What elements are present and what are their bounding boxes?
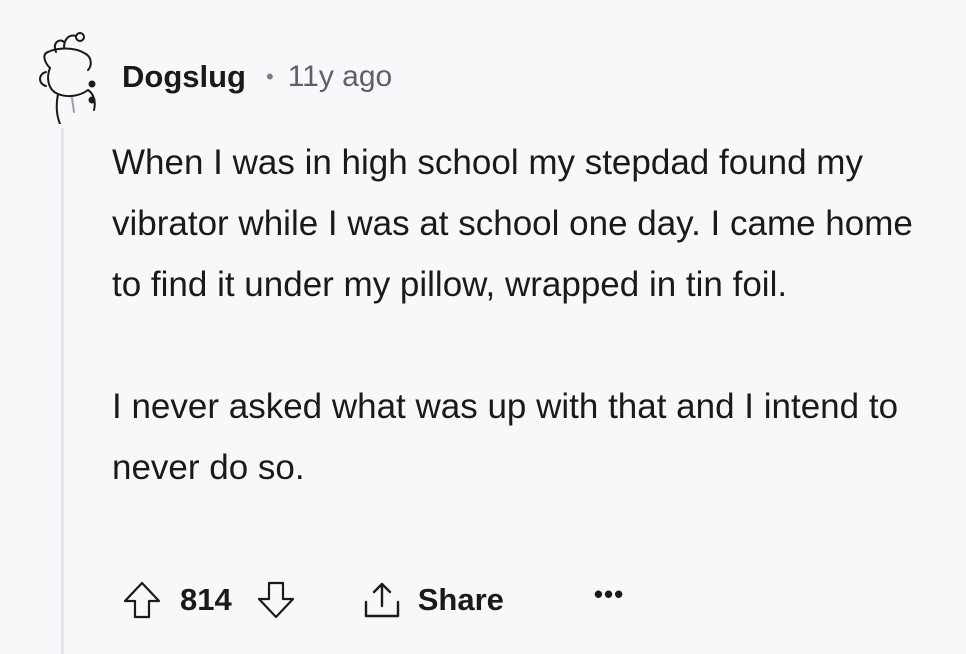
comment-action-bar: 814 Share •••	[120, 572, 624, 628]
share-icon	[360, 578, 404, 622]
comment-body: When I was in high school my stepdad fou…	[112, 132, 932, 498]
comment-header: Dogslug • 11y ago	[122, 56, 392, 98]
separator-dot: •	[266, 64, 274, 89]
arrow-up-icon[interactable]	[120, 578, 164, 622]
comment-paragraph-1: When I was in high school my stepdad fou…	[112, 143, 913, 304]
more-options-button[interactable]: •••	[594, 579, 624, 610]
reddit-snoo-avatar-icon	[39, 32, 96, 125]
arrow-down-icon[interactable]	[254, 578, 298, 622]
avatar[interactable]	[34, 28, 102, 125]
share-label: Share	[417, 582, 504, 617]
comment-timestamp[interactable]: 11y ago	[288, 60, 393, 94]
vote-count: 814	[180, 582, 232, 617]
comment-paragraph-2: I never asked what was up with that and …	[112, 387, 899, 487]
username-link[interactable]: Dogslug	[122, 59, 246, 95]
share-button[interactable]: Share	[360, 578, 504, 622]
thread-line[interactable]	[61, 128, 64, 654]
